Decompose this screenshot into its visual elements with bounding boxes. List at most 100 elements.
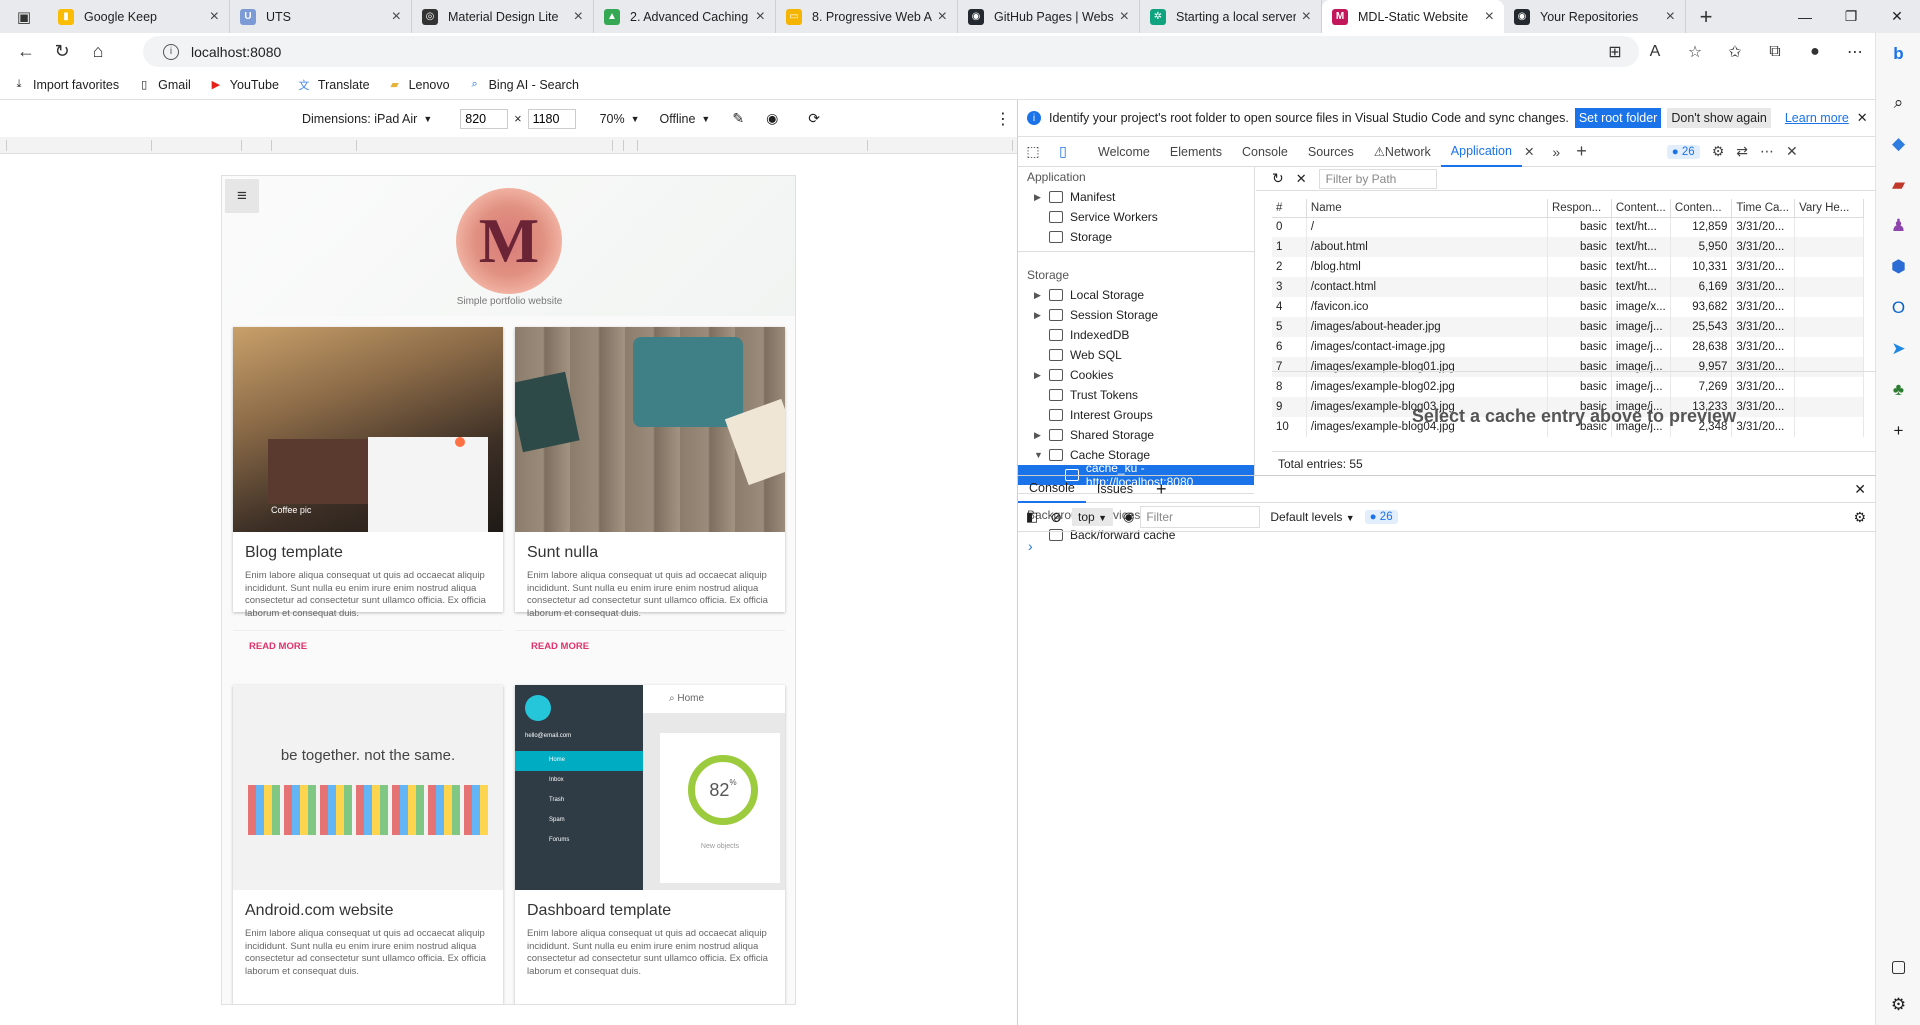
zoom-dropdown[interactable]: 70% ▼ [600,112,640,126]
context-select[interactable]: top ▼ [1072,508,1113,526]
tag-icon[interactable]: ◆ [1876,123,1920,164]
tree-item[interactable]: ▶ Cookies [1018,365,1254,385]
dont-show-again-button[interactable]: Don't show again [1667,108,1771,128]
refresh-icon[interactable]: ↻ [44,37,80,67]
close-tab-icon[interactable]: × [1485,8,1494,26]
add-favorite-icon[interactable]: ☆ [1675,42,1715,62]
close-tab-icon[interactable]: × [756,8,765,26]
close-infobar-icon[interactable]: ✕ [1857,110,1868,126]
console-issues-badge[interactable]: ● 26 [1364,510,1398,524]
height-input[interactable] [527,108,576,129]
column-header[interactable]: Conten... [1670,199,1733,218]
apps-icon[interactable]: ⊞ [1595,42,1635,62]
column-header[interactable]: Time Ca... [1731,199,1796,218]
width-input[interactable] [460,108,509,129]
table-row[interactable]: 0/basic text/ht... 12,859 3/31/20... [1272,217,1864,237]
drawer-tab-issues[interactable]: Issues [1086,475,1144,503]
close-tab-icon[interactable]: × [574,8,583,26]
column-header[interactable]: Vary He... [1794,199,1864,218]
browser-tab[interactable]: ✲ Starting a local server. × [1140,0,1322,33]
close-window-icon[interactable]: ✕ [1874,0,1920,33]
settings-icon[interactable]: ⚙ [1876,984,1920,1025]
close-devtools-icon[interactable]: ✕ [1786,143,1798,160]
tab-actions-icon[interactable]: ▣ [0,0,48,33]
column-header[interactable]: Name [1306,199,1548,218]
browser-tab[interactable]: ▮ Google Keep × [48,0,230,33]
close-tab-icon[interactable]: × [938,8,947,26]
vision-icon[interactable]: ◉ [766,110,778,127]
customize-icon[interactable]: ⇄ [1736,143,1748,160]
settings-icon[interactable]: ⚙ [1712,143,1725,160]
column-header[interactable]: # [1272,199,1307,218]
close-tab-icon[interactable]: × [1302,8,1311,26]
tree-item[interactable]: ▶ Manifest [1018,187,1254,207]
new-tab-button[interactable]: + [1686,0,1726,33]
live-expression-icon[interactable]: ◉ [1123,509,1134,525]
add-drawer-tab-icon[interactable]: + [1156,479,1167,500]
devtools-tab-elements[interactable]: Elements [1160,137,1232,167]
favorite-link[interactable]: ▰ Lenovo [388,78,449,92]
issues-badge[interactable]: ● 26 [1666,144,1700,159]
tree-item[interactable]: Web SQL [1018,345,1254,365]
devtools-tab-console[interactable]: Console [1232,137,1298,167]
tree-item[interactable]: ▶ Session Storage [1018,305,1254,325]
table-row[interactable]: 1/about.html basic text/ht... 5,950 3/31/20.… [1272,237,1864,257]
sensors-icon[interactable]: ✎ [732,110,744,127]
tree-item[interactable]: IndexedDB [1018,325,1254,345]
add-tab-icon[interactable]: + [1576,141,1587,162]
table-row[interactable]: 5/images/about-header.jpg basic image/j...… [1272,317,1864,337]
table-row[interactable]: 4/favicon.ico basic image/x... 93,682 3/31/2… [1272,297,1864,317]
add-sidebar-icon[interactable]: + [1876,410,1920,451]
device-toggle-icon[interactable]: ▯ [1048,143,1078,160]
tree-item[interactable]: ▶ Shared Storage [1018,425,1254,445]
browser-tab[interactable]: ◉ GitHub Pages | Websit × [958,0,1140,33]
minimize-icon[interactable]: — [1782,0,1828,33]
more-options-icon[interactable]: ⋮ [995,109,1011,129]
close-tab-icon[interactable]: × [210,8,219,26]
browser-tab[interactable]: ◉ Your Repositories × [1504,0,1686,33]
tree-item[interactable]: Storage [1018,227,1254,247]
copilot-icon[interactable]: b [1876,33,1920,74]
close-tab-icon[interactable]: × [392,8,401,26]
site-info-icon[interactable]: i [163,43,179,60]
m365-icon[interactable]: ⬢ [1876,246,1920,287]
devtools-tab-sources[interactable]: Sources [1298,137,1364,167]
browser-tab[interactable]: ▭ 8. Progressive Web Ap × [776,0,958,33]
menu-icon[interactable]: ≡ [225,179,259,213]
filter-by-path-input[interactable]: Filter by Path [1318,168,1437,189]
table-row[interactable]: 6/images/contact-image.jpg basic image/j..… [1272,337,1864,357]
close-tab-icon[interactable]: × [1120,8,1129,26]
games-icon[interactable]: ♟ [1876,205,1920,246]
url-input[interactable]: i localhost:8080 [143,36,1639,67]
clear-icon[interactable]: ✕ [1296,171,1307,187]
browser-tab[interactable]: M MDL-Static Website × [1322,0,1504,33]
read-more-link[interactable]: READ MORE [233,630,503,662]
column-header[interactable]: Respon... [1547,199,1612,218]
sidebar-toggle-icon[interactable]: ◧ [1026,509,1038,525]
read-more-link[interactable]: READ MORE [515,630,785,662]
favorite-link[interactable]: ⌕ Bing AI - Search [468,78,579,92]
throttle-dropdown[interactable]: Offline ▼ [660,112,711,126]
more-tabs-icon[interactable]: » [1552,144,1560,160]
tree-icon[interactable]: ♣ [1876,369,1920,410]
tree-item[interactable]: ▶ Local Storage [1018,285,1254,305]
more-icon[interactable]: ⋯ [1835,42,1875,62]
drawer-tab-console[interactable]: Console [1018,475,1086,503]
learn-more-link[interactable]: Learn more [1785,111,1849,125]
favorite-link[interactable]: ▯ Gmail [137,78,191,92]
browser-tab[interactable]: ▲ 2. Advanced Caching - × [594,0,776,33]
browser-tab[interactable]: ◎ Material Design Lite × [412,0,594,33]
favorite-link[interactable]: 文 Translate [297,78,369,92]
refresh-icon[interactable]: ↻ [1272,170,1284,187]
profile-icon[interactable]: ● [1795,43,1835,61]
log-levels-dropdown[interactable]: Default levels ▼ [1270,510,1354,524]
favorites-icon[interactable]: ✩ [1715,42,1755,62]
tree-item[interactable]: Trust Tokens [1018,385,1254,405]
console-settings-icon[interactable]: ⚙ [1853,509,1866,526]
toolbox-icon[interactable]: ▰ [1876,164,1920,205]
close-tab-icon[interactable]: × [1666,8,1675,26]
favorite-link[interactable]: ▶ YouTube [209,78,279,92]
tree-item[interactable]: Service Workers [1018,207,1254,227]
browser-tab[interactable]: U UTS × [230,0,412,33]
devtools-tab-network[interactable]: ⚠Network [1364,137,1441,167]
